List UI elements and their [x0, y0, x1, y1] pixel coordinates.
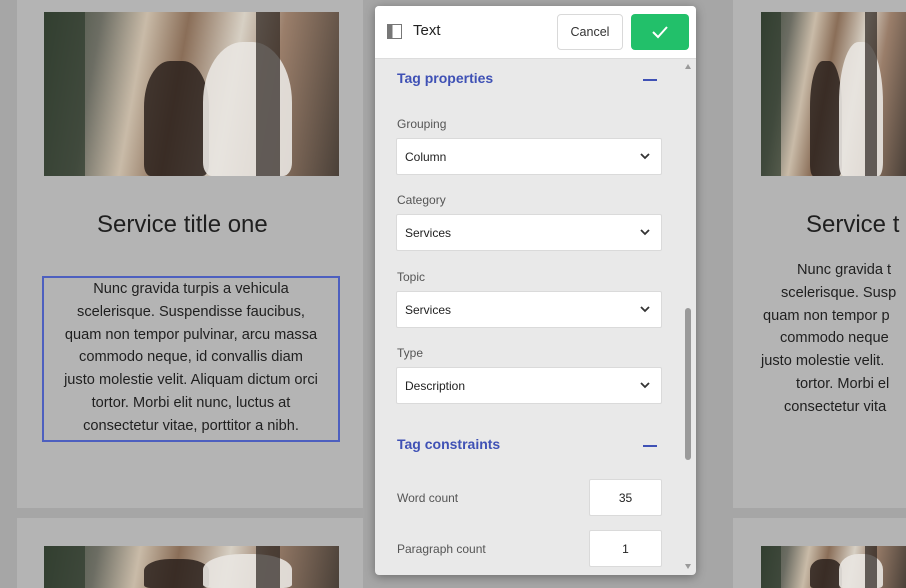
- desc-line: consectetur vita: [784, 398, 887, 415]
- topic-select[interactable]: Services: [396, 291, 662, 328]
- panel-scrollbar[interactable]: [681, 58, 696, 575]
- grouping-select[interactable]: Column: [396, 138, 662, 175]
- service-title-1[interactable]: Service title one: [97, 211, 268, 239]
- desc-line: justo molestie velit. Aliquam dictum orc…: [64, 372, 318, 389]
- desc-line: Nunc gravida turpis a vehicula: [93, 281, 289, 297]
- desc-line: consectetur vitae, porttitor a nibh.: [83, 417, 299, 434]
- cancel-button[interactable]: Cancel: [557, 14, 623, 50]
- service-description-2[interactable]: Nunc gravida t scelerisque. Susp quam no…: [761, 259, 906, 419]
- scrollbar-thumb[interactable]: [685, 308, 691, 460]
- topic-label: Topic: [397, 270, 426, 284]
- category-value: Services: [405, 226, 452, 240]
- desc-line: justo molestie velit.: [761, 353, 885, 370]
- type-label: Type: [397, 346, 424, 360]
- panel-layout-icon: [387, 24, 402, 39]
- section-tag-constraints[interactable]: Tag constraints: [397, 436, 500, 452]
- text-properties-panel: Text Cancel Tag properties Grouping Colu…: [375, 6, 696, 575]
- chevron-down-icon: [640, 306, 650, 313]
- desc-line: tortor. Morbi el: [796, 375, 890, 392]
- category-select[interactable]: Services: [396, 214, 662, 251]
- paragraph-count-label: Paragraph count: [397, 542, 486, 556]
- chevron-down-icon: [640, 153, 650, 160]
- panel-header: Text Cancel: [375, 6, 696, 59]
- service-image-2: [761, 12, 906, 176]
- category-label: Category: [397, 193, 446, 207]
- service-image-4: [761, 546, 906, 588]
- desc-line: commodo neque: [780, 330, 889, 347]
- collapse-icon[interactable]: [643, 79, 657, 81]
- service-description-1-selected[interactable]: Nunc gravida turpis a vehicula scelerisq…: [42, 276, 340, 442]
- scroll-up-arrow-icon[interactable]: [685, 64, 691, 69]
- word-count-input[interactable]: 35: [589, 479, 662, 516]
- panel-title: Text: [413, 22, 441, 39]
- service-image-1: [44, 12, 339, 176]
- desc-line: Nunc gravida t: [797, 262, 892, 278]
- confirm-button[interactable]: [631, 14, 689, 50]
- desc-line: quam non tempor p: [763, 307, 890, 324]
- desc-line: tortor. Morbi elit nunc, luctus at: [91, 394, 291, 411]
- desc-line: scelerisque. Suspendisse faucibus,: [77, 303, 305, 320]
- checkmark-icon: [652, 26, 668, 39]
- desc-line: scelerisque. Susp: [781, 284, 897, 301]
- grouping-value: Column: [405, 150, 447, 164]
- section-tag-properties[interactable]: Tag properties: [397, 70, 493, 86]
- service-image-3: [44, 546, 339, 588]
- chevron-down-icon: [640, 229, 650, 236]
- topic-value: Services: [405, 303, 452, 317]
- scroll-down-arrow-icon[interactable]: [685, 564, 691, 569]
- type-value: Description: [405, 379, 466, 393]
- collapse-icon[interactable]: [643, 445, 657, 447]
- word-count-label: Word count: [397, 491, 459, 505]
- desc-line: quam non tempor pulvinar, arcu massa: [64, 326, 318, 343]
- type-select[interactable]: Description: [396, 367, 662, 404]
- paragraph-count-input[interactable]: 1: [589, 530, 662, 567]
- grouping-label: Grouping: [397, 117, 447, 131]
- chevron-down-icon: [640, 382, 650, 389]
- service-title-2[interactable]: Service t: [806, 211, 899, 239]
- desc-line: commodo neque, id convallis diam: [79, 349, 303, 366]
